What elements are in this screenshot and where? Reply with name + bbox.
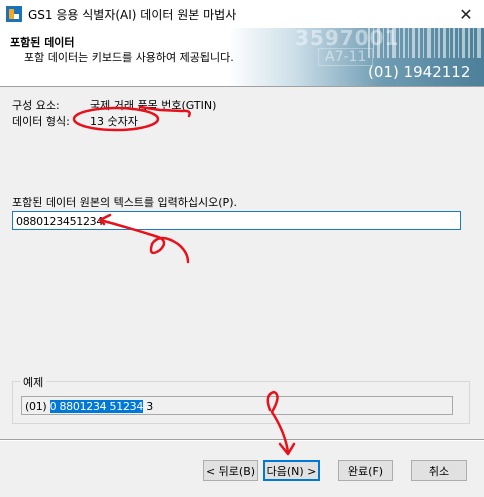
banner-deco-number: 3597001	[295, 28, 400, 50]
page-subtitle: 포함 데이터는 키보드를 사용하여 제공됩니다.	[24, 51, 234, 64]
finish-button[interactable]: 완료(F)	[338, 460, 393, 481]
component-label: 구성 요소:	[12, 99, 60, 112]
example-legend: 예제	[20, 374, 47, 390]
app-icon	[6, 6, 22, 22]
banner-deco-code: A7-11	[318, 48, 374, 66]
component-value: 국제 거래 품목 번호(GTIN)	[90, 99, 217, 112]
page-heading: 포함된 데이터	[10, 36, 75, 49]
format-value: 13 숫자자	[90, 115, 138, 128]
close-icon: ✕	[459, 4, 473, 24]
back-button[interactable]: < 뒤로(B)	[203, 460, 258, 481]
banner-barcode-number: (01) 1942112	[368, 63, 471, 81]
example-preview-field: (01) 0 8801234 51234 3	[21, 396, 453, 415]
input-label: 포함된 데이터 원본의 텍스트를 입력하십시오(P).	[12, 196, 237, 209]
example-suffix: 3	[143, 400, 153, 413]
example-highlight: 0 8801234 51234	[49, 400, 144, 413]
window-title: GS1 응용 식별자(AI) 데이터 원본 마법사	[28, 8, 237, 22]
wizard-header: 3597001 A7-11 (01) 1942112 포함된 데이터 포함 데이…	[0, 28, 484, 87]
data-source-input-value: 0880123451234	[16, 215, 104, 228]
example-prefix: (01)	[25, 400, 50, 413]
title-bar: GS1 응용 식별자(AI) 데이터 원본 마법사 ✕	[0, 0, 484, 29]
format-label: 데이터 형식:	[12, 115, 70, 128]
next-button[interactable]: 다음(N) >	[263, 460, 320, 481]
example-preview-text: (01) 0 8801234 51234 3	[25, 400, 153, 413]
close-button[interactable]: ✕	[448, 0, 484, 28]
button-separator	[0, 439, 484, 441]
cancel-button[interactable]: 취소	[411, 460, 467, 481]
data-source-input[interactable]: 0880123451234	[12, 211, 461, 230]
